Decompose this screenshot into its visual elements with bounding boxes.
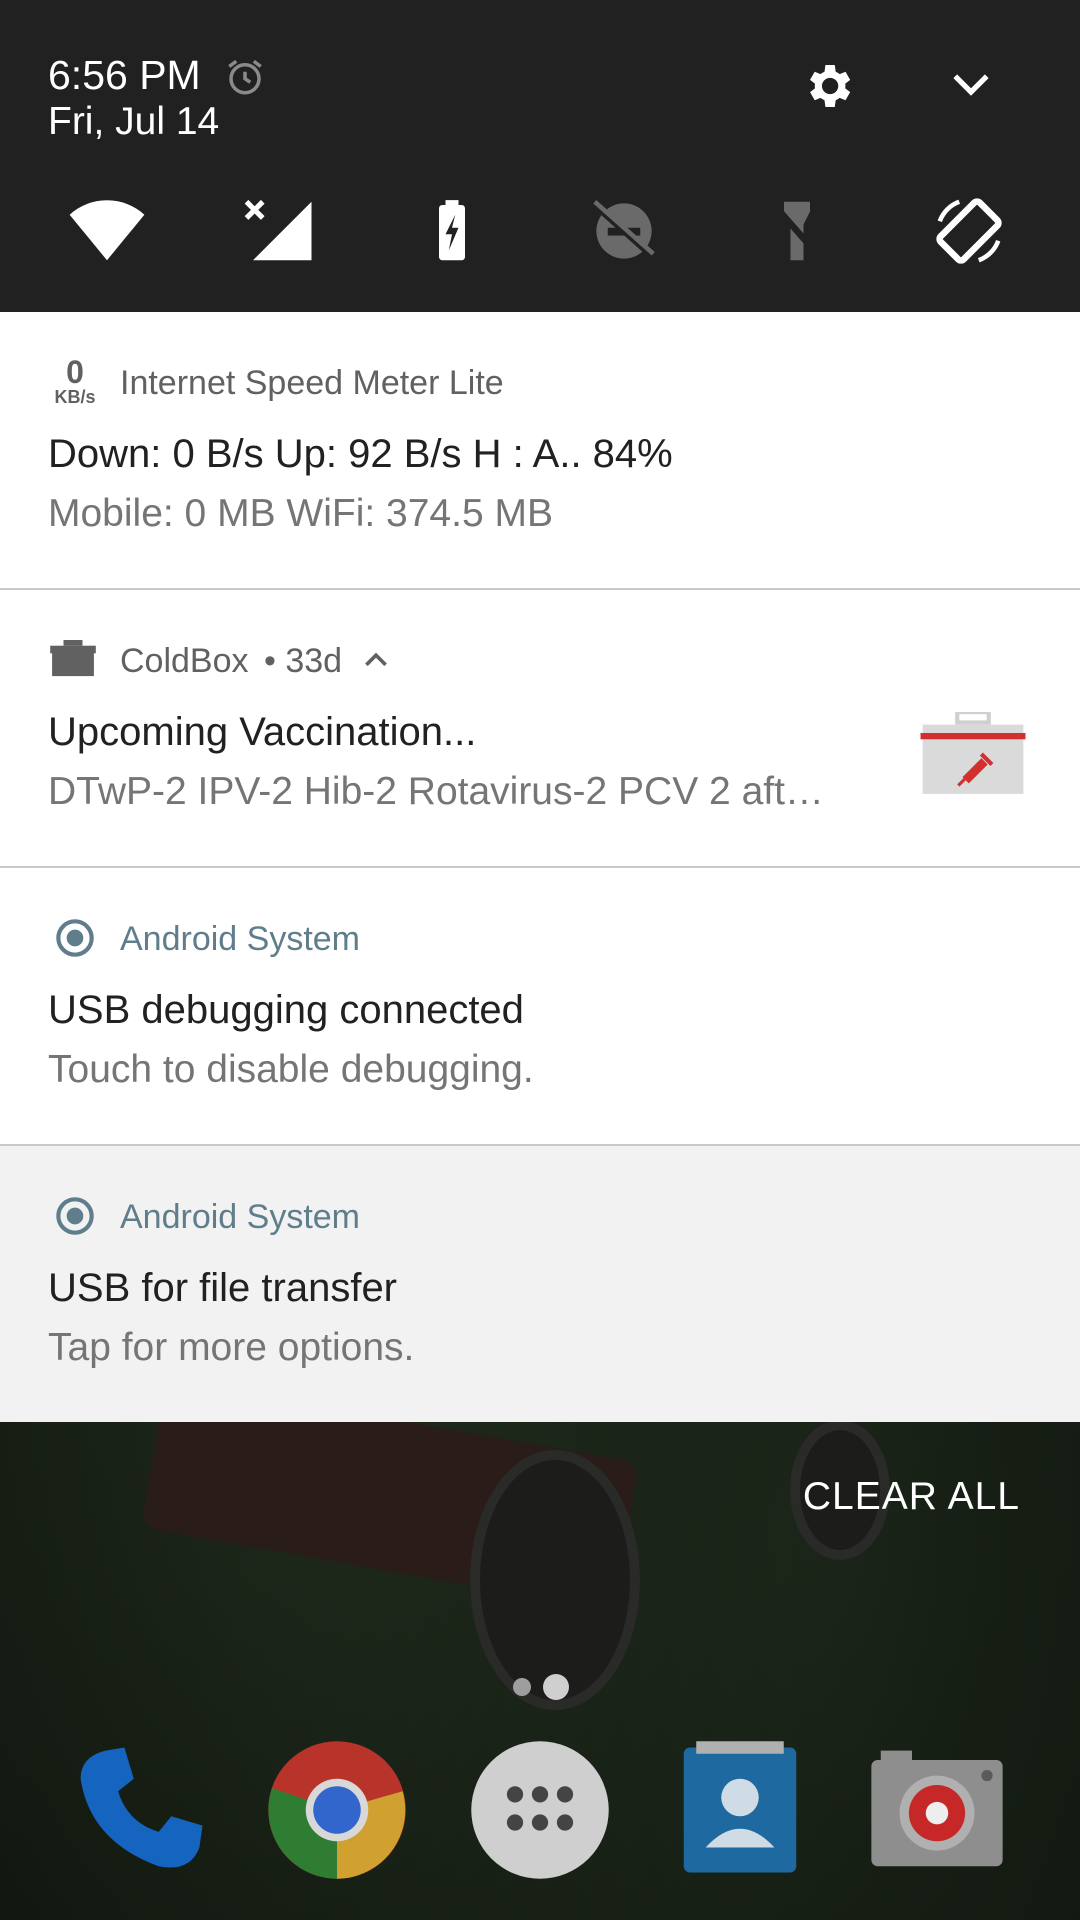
mobile-data-off-icon[interactable] [240, 196, 318, 266]
speed-meter-app-icon: 0 KB/s [54, 354, 96, 407]
contacts-icon[interactable] [665, 1735, 815, 1885]
notification-usb-file-transfer[interactable]: Android System USB for file transfer Tap… [0, 1146, 1080, 1422]
notification-text: DTwP-2 IPV-2 Hib-2 Rotavirus-2 PCV 2 aft… [48, 770, 824, 813]
notification-title: Down: 0 B/s Up: 92 B/s H : A.. 84% [48, 432, 673, 476]
wallpaper-wheel [470, 1450, 640, 1710]
notification-text: Tap for more options. [48, 1326, 415, 1369]
notification-speed-meter[interactable]: 0 KB/s Internet Speed Meter Lite Down: 0… [0, 312, 1080, 590]
notification-coldbox[interactable]: ColdBox • 33d Upcoming Vaccination... DT… [0, 590, 1080, 868]
notification-text: Touch to disable debugging. [48, 1048, 534, 1091]
clear-all-button[interactable]: CLEAR ALL [803, 1475, 1020, 1519]
auto-rotate-icon[interactable] [930, 196, 1008, 266]
notification-app-name: Android System [120, 1198, 360, 1236]
notification-app-name: Internet Speed Meter Lite [120, 364, 504, 402]
coldbox-app-icon [50, 640, 96, 677]
coldbox-large-icon [920, 712, 1026, 794]
alarm-icon [228, 59, 262, 95]
page-indicator-dot-active [543, 1674, 569, 1700]
settings-icon[interactable] [800, 58, 856, 114]
notification-title: USB for file transfer [48, 1266, 398, 1310]
android-system-icon [56, 919, 94, 957]
notification-time: • 33d [264, 642, 343, 680]
expand-icon[interactable] [950, 68, 992, 102]
app-drawer-icon[interactable] [465, 1735, 615, 1885]
page-indicator-dot [513, 1678, 531, 1696]
phone-icon[interactable] [65, 1735, 215, 1885]
notification-usb-debugging[interactable]: Android System USB debugging connected T… [0, 868, 1080, 1146]
notification-text: Mobile: 0 MB WiFi: 374.5 MB [48, 492, 553, 535]
chevron-up-icon[interactable] [364, 652, 388, 668]
notification-title: Upcoming Vaccination... [48, 710, 477, 754]
status-date: Fri, Jul 14 [48, 100, 220, 143]
chrome-icon[interactable] [262, 1735, 412, 1885]
notification-app-name: Android System [120, 920, 360, 958]
notification-title: USB debugging connected [48, 988, 524, 1032]
battery-saver-icon[interactable] [413, 196, 491, 266]
do-not-disturb-off-icon[interactable] [585, 196, 663, 266]
camera-icon[interactable] [862, 1735, 1012, 1885]
notification-app-name: ColdBox [120, 642, 249, 680]
android-system-icon [56, 1197, 94, 1235]
quick-settings-panel: 6:56 PM Fri, Jul 14 [0, 0, 1080, 312]
status-time: 6:56 PM [48, 52, 201, 98]
flashlight-off-icon[interactable] [758, 196, 836, 266]
wifi-icon[interactable] [68, 196, 146, 266]
